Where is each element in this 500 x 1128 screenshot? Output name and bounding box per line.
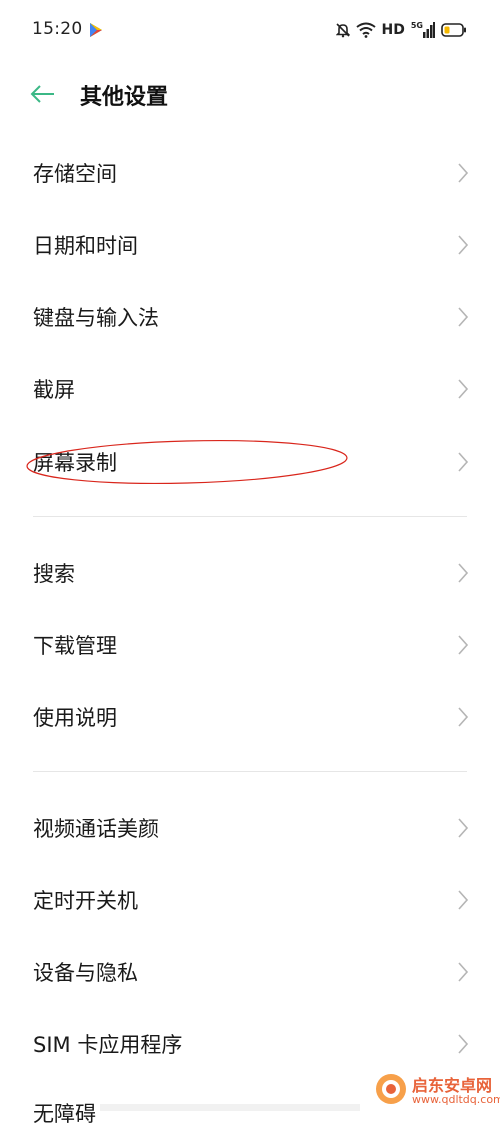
chevron-right-icon (458, 707, 469, 727)
watermark-url: www.qdltdq.com (412, 1093, 500, 1106)
settings-item-label: 存储空间 (33, 162, 117, 186)
arrow-left-icon[interactable] (28, 80, 58, 108)
settings-item-keyboard[interactable]: 键盘与输入法 (0, 287, 500, 347)
settings-item-sim-apps[interactable]: SIM 卡应用程序 (0, 1014, 500, 1074)
network-hd-label: HD (381, 22, 405, 38)
status-bar: 15:20 HD 5G (0, 0, 500, 60)
chevron-right-icon (458, 890, 469, 910)
signal-type-label: 5G (410, 21, 423, 30)
chevron-right-icon (458, 307, 469, 327)
settings-item-date-time[interactable]: 日期和时间 (0, 215, 500, 275)
settings-item-search[interactable]: 搜索 (0, 543, 500, 603)
signal-icon (423, 22, 435, 38)
settings-item-label: 使用说明 (33, 706, 117, 730)
settings-item-label: 下载管理 (33, 634, 117, 658)
chevron-right-icon (458, 235, 469, 255)
status-time: 15:20 (32, 19, 83, 39)
group-divider (33, 771, 467, 772)
status-icons: HD 5G (330, 19, 467, 41)
settings-item-accessibility-partial[interactable]: 无障碍 (33, 1098, 96, 1128)
settings-item-label: SIM 卡应用程序 (33, 1033, 183, 1057)
settings-item-user-guide[interactable]: 使用说明 (0, 687, 500, 747)
settings-item-device-privacy[interactable]: 设备与隐私 (0, 942, 500, 1002)
settings-item-screen-recording[interactable]: 屏幕录制 (0, 432, 500, 492)
settings-item-label: 屏幕录制 (33, 451, 117, 475)
settings-item-label: 搜索 (33, 562, 75, 586)
play-store-icon (90, 23, 102, 37)
chevron-right-icon (458, 452, 469, 472)
signal-group: 5G (411, 22, 435, 38)
settings-item-label: 定时开关机 (33, 889, 138, 913)
watermark-logo-icon (376, 1074, 406, 1104)
chevron-right-icon (458, 818, 469, 838)
chevron-right-icon (458, 1034, 469, 1054)
settings-item-download-manager[interactable]: 下载管理 (0, 615, 500, 675)
group-divider (33, 516, 467, 517)
page-header: 其他设置 (0, 70, 500, 120)
settings-item-label: 视频通话美颜 (33, 817, 159, 841)
chevron-right-icon (458, 163, 469, 183)
watermark: 启东安卓网 www.qdltdq.com (370, 1068, 500, 1111)
settings-item-label: 设备与隐私 (33, 961, 138, 985)
bottom-fade-bar (100, 1104, 360, 1111)
chevron-right-icon (458, 635, 469, 655)
settings-item-label: 日期和时间 (33, 234, 138, 258)
mute-bell-icon (335, 23, 350, 38)
chevron-right-icon (458, 962, 469, 982)
chevron-right-icon (458, 563, 469, 583)
wifi-icon (355, 22, 376, 38)
settings-item-scheduled-power[interactable]: 定时开关机 (0, 870, 500, 930)
settings-item-screenshot[interactable]: 截屏 (0, 359, 500, 419)
chevron-right-icon (458, 379, 469, 399)
settings-item-label: 截屏 (33, 378, 75, 402)
battery-icon (441, 23, 466, 37)
page-title: 其他设置 (80, 85, 169, 110)
settings-item-label: 键盘与输入法 (33, 306, 159, 330)
settings-item-storage[interactable]: 存储空间 (0, 143, 500, 203)
settings-item-video-call-beauty[interactable]: 视频通话美颜 (0, 798, 500, 858)
